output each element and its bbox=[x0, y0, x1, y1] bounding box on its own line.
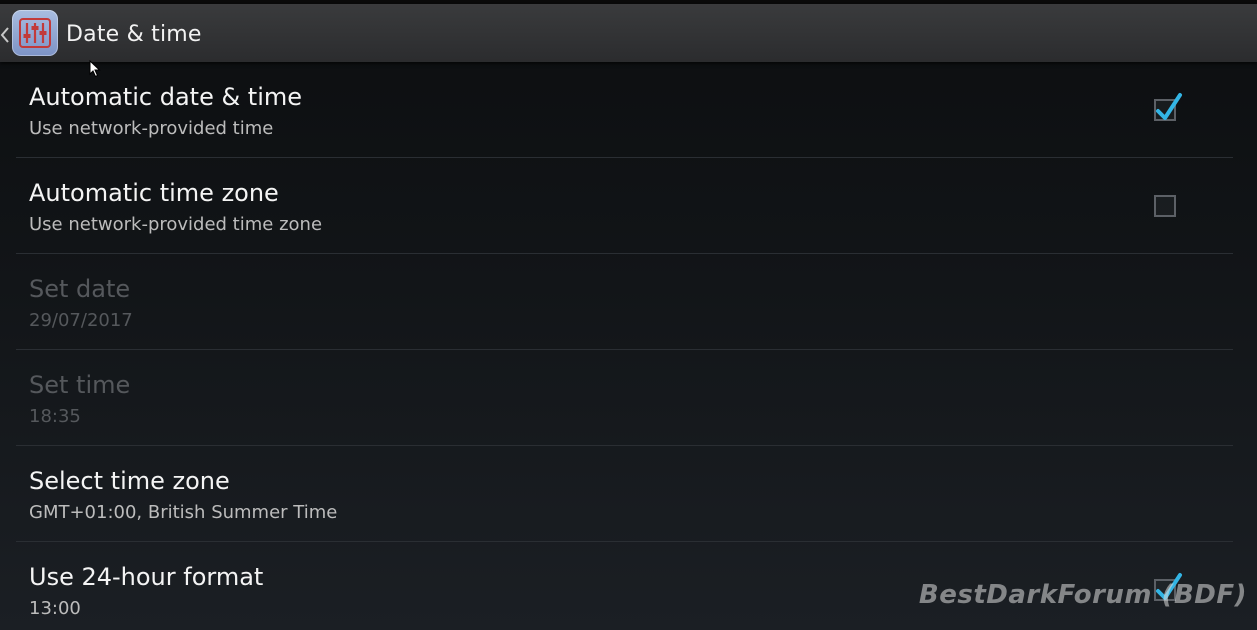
setting-summary: GMT+01:00, British Summer Time bbox=[29, 502, 338, 523]
setting-summary: 18:35 bbox=[29, 406, 81, 427]
settings-sliders-icon[interactable] bbox=[12, 10, 58, 56]
setting-select-time-zone[interactable]: Select time zone GMT+01:00, British Summ… bbox=[16, 446, 1233, 542]
setting-title: Set date bbox=[29, 275, 131, 303]
screen: Date & time Automatic date & time Use ne… bbox=[0, 0, 1257, 630]
setting-title: Select time zone bbox=[29, 467, 230, 495]
setting-set-time: Set time 18:35 bbox=[16, 350, 1233, 446]
settings-list: Automatic date & time Use network-provid… bbox=[16, 62, 1233, 630]
setting-title: Automatic time zone bbox=[29, 179, 279, 207]
automatic-date-time-checkbox[interactable] bbox=[1154, 93, 1182, 121]
watermark: BestDarkForum (BDF) bbox=[918, 580, 1247, 610]
setting-automatic-date-time[interactable]: Automatic date & time Use network-provid… bbox=[16, 62, 1233, 158]
setting-summary: 13:00 bbox=[29, 598, 81, 619]
setting-summary: Use network-provided time zone bbox=[29, 214, 323, 235]
action-bar: Date & time bbox=[0, 4, 1257, 62]
chevron-left-icon[interactable] bbox=[0, 26, 10, 44]
setting-automatic-time-zone[interactable]: Automatic time zone Use network-provided… bbox=[16, 158, 1233, 254]
setting-summary: 29/07/2017 bbox=[29, 310, 133, 331]
setting-title: Set time bbox=[29, 371, 131, 399]
page-title: Date & time bbox=[66, 22, 202, 47]
setting-title: Use 24-hour format bbox=[29, 563, 264, 591]
automatic-time-zone-checkbox[interactable] bbox=[1154, 195, 1176, 217]
setting-set-date: Set date 29/07/2017 bbox=[16, 254, 1233, 350]
setting-title: Automatic date & time bbox=[29, 83, 303, 111]
setting-summary: Use network-provided time bbox=[29, 118, 274, 139]
